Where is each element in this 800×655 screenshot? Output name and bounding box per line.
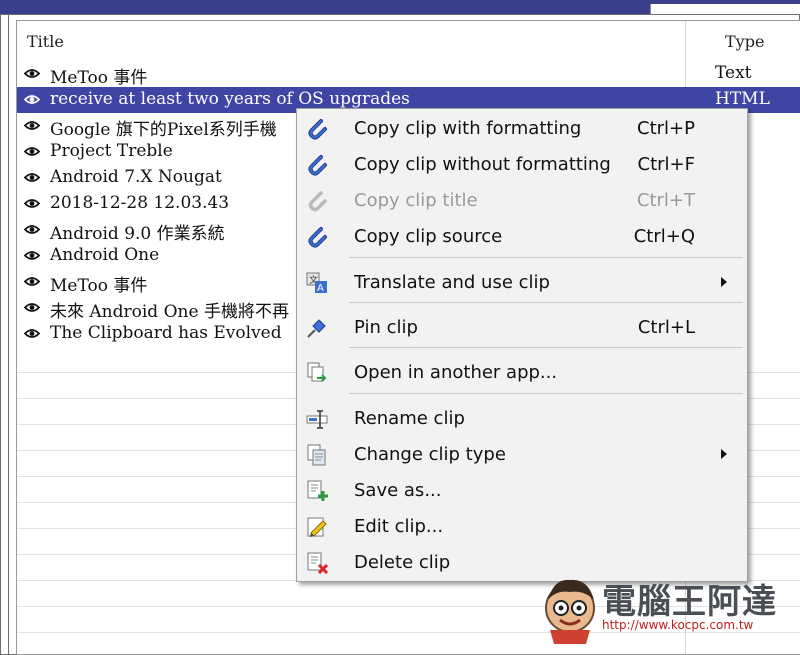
- mascot-icon: [545, 579, 595, 644]
- menu-item-shortcut: Ctrl+P: [637, 118, 695, 139]
- menu-item-open-in-another-app[interactable]: Open in another app...: [297, 355, 747, 389]
- paperclip-icon: [305, 117, 329, 141]
- menu-item-label: Copy clip source: [354, 226, 503, 247]
- menu-item-shortcut: Ctrl+T: [636, 190, 695, 211]
- eye-icon[interactable]: [24, 276, 40, 287]
- menu-item-shortcut: Ctrl+F: [637, 154, 695, 175]
- watermark-url: http://www.kocpc.com.tw: [602, 618, 754, 632]
- open-app-icon: [305, 361, 329, 385]
- save-as-icon: [305, 479, 329, 503]
- menu-item-copy-clip-title: Copy clip title Ctrl+T: [297, 183, 747, 217]
- eye-icon[interactable]: [24, 224, 40, 235]
- clip-title: Android 7.X Nougat: [50, 167, 222, 187]
- pane-divider: [8, 14, 9, 655]
- paperclip-icon: [305, 189, 329, 213]
- translate-icon: 文A: [305, 271, 329, 295]
- menu-separator: [349, 302, 743, 303]
- svg-text:A: A: [317, 283, 324, 294]
- menu-item-copy-clip-source[interactable]: Copy clip source Ctrl+Q: [297, 219, 747, 253]
- clip-title: Android 9.0 作業系統: [50, 224, 225, 244]
- menu-item-label: Delete clip: [354, 552, 451, 573]
- column-header-type[interactable]: Type: [725, 32, 764, 51]
- change-type-icon: [305, 443, 329, 467]
- clip-title: 未來 Android One 手機將不再: [50, 302, 289, 322]
- clip-type: Text: [715, 63, 752, 83]
- paperclip-icon: [305, 153, 329, 177]
- menu-item-edit-clip[interactable]: Edit clip...: [297, 509, 747, 543]
- menu-item-label: Save as...: [354, 480, 442, 501]
- pin-icon: [305, 316, 329, 340]
- clip-title: receive at least two years of OS upgrade…: [50, 89, 410, 109]
- menu-item-label: Edit clip...: [354, 516, 444, 537]
- eye-icon[interactable]: [24, 172, 40, 183]
- eye-icon[interactable]: [24, 146, 40, 157]
- menu-item-shortcut: Ctrl+Q: [633, 226, 695, 247]
- list-item[interactable]: MeToo 事件 Text: [17, 61, 800, 88]
- paperclip-icon: [305, 225, 329, 249]
- menu-item-label: Rename clip: [354, 408, 465, 429]
- context-menu: Copy clip with formatting Ctrl+P Copy clip…: [296, 108, 748, 582]
- menu-item-label: Open in another app...: [354, 362, 558, 383]
- rename-icon: [305, 407, 329, 431]
- menu-item-translate-and-use-clip[interactable]: 文 A Translate and use clip: [297, 265, 747, 299]
- menu-item-rename-clip[interactable]: Rename clip: [297, 401, 747, 435]
- menu-item-change-clip-type[interactable]: Change clip type: [297, 437, 747, 471]
- clip-type: HTML: [715, 89, 770, 109]
- menu-item-label: Copy clip title: [354, 190, 478, 211]
- menu-item-label: Pin clip: [354, 317, 418, 338]
- eye-icon[interactable]: [24, 94, 40, 105]
- watermark-brand: 電腦王阿達: [602, 582, 777, 622]
- eye-icon[interactable]: [24, 302, 40, 313]
- list-header: Title Type: [17, 21, 800, 61]
- eye-icon[interactable]: [24, 68, 40, 79]
- delete-icon: [305, 551, 329, 575]
- menu-item-copy-clip-with-formatting[interactable]: Copy clip with formatting Ctrl+P: [297, 111, 747, 145]
- menu-separator: [349, 257, 743, 258]
- watermark-logo: 電腦王阿達 http://www.kocpc.com.tw: [540, 570, 790, 648]
- menu-item-label: Change clip type: [354, 444, 506, 465]
- submenu-arrow-icon: [721, 277, 727, 287]
- menu-item-pin-clip[interactable]: Pin clip Ctrl+L: [297, 310, 747, 344]
- menu-separator: [349, 347, 743, 348]
- menu-item-label: Copy clip without formatting: [354, 154, 611, 175]
- menu-item-label: Copy clip with formatting: [354, 118, 582, 139]
- menu-separator: [349, 393, 743, 394]
- eye-icon[interactable]: [24, 198, 40, 209]
- clip-title: Project Treble: [50, 141, 173, 161]
- eye-icon[interactable]: [24, 250, 40, 261]
- menu-item-shortcut: Ctrl+L: [637, 317, 695, 338]
- window-titlebar: [0, 0, 800, 14]
- submenu-arrow-icon: [721, 449, 727, 459]
- clip-title: 2018-12-28 12.03.43: [50, 193, 230, 213]
- clip-title: The Clipboard has Evolved: [50, 323, 282, 343]
- eye-icon[interactable]: [24, 120, 40, 131]
- menu-item-copy-clip-without-formatting[interactable]: Copy clip without formatting Ctrl+F: [297, 147, 747, 181]
- titlebar-panel: [650, 4, 800, 14]
- eye-icon[interactable]: [24, 328, 40, 339]
- clip-title: MeToo 事件: [50, 276, 148, 296]
- clip-title: Android One: [50, 245, 160, 265]
- column-header-title[interactable]: Title: [27, 32, 64, 51]
- menu-item-save-as[interactable]: Save as...: [297, 473, 747, 507]
- clip-title: Google 旗下的Pixel系列手機: [50, 120, 277, 140]
- menu-item-label: Translate and use clip: [354, 272, 550, 293]
- edit-icon: [305, 515, 329, 539]
- clip-title: MeToo 事件: [50, 68, 148, 88]
